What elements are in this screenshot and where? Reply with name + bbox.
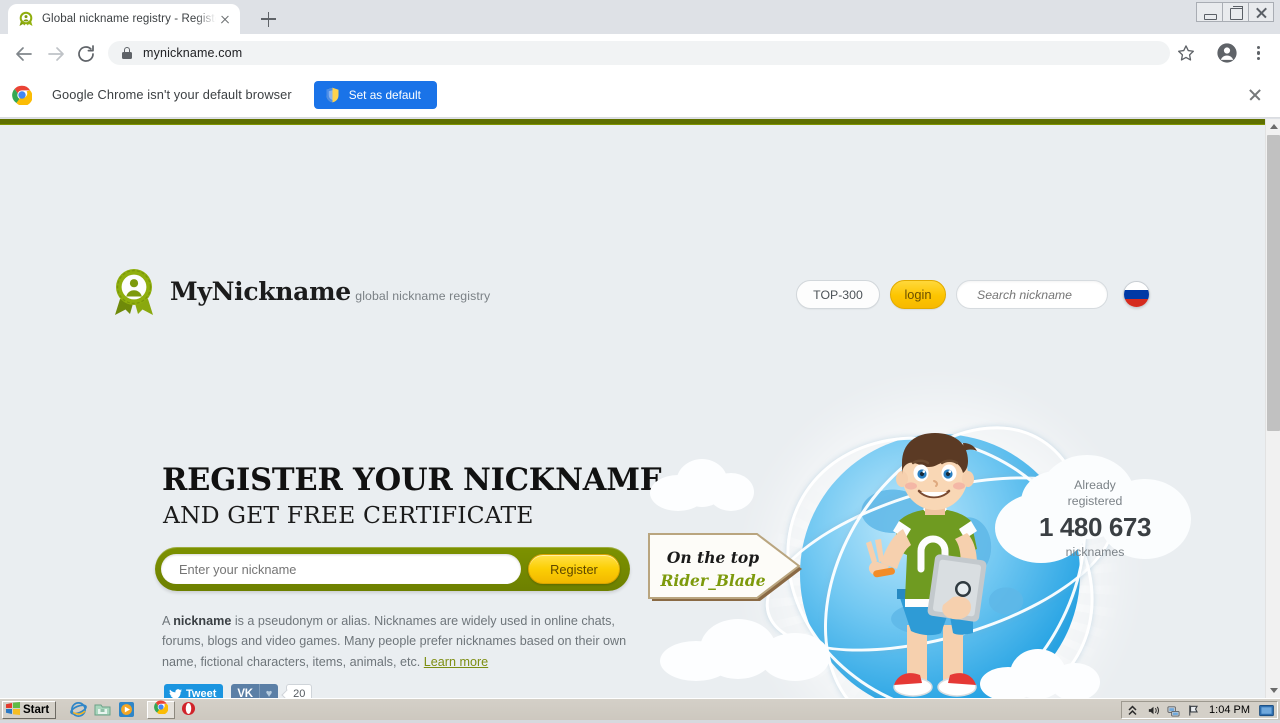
- maximize-icon[interactable]: [1222, 2, 1248, 22]
- profile-avatar-icon[interactable]: [1216, 42, 1238, 64]
- start-button[interactable]: Start: [2, 700, 57, 719]
- brand-tagline: global nickname registry: [355, 289, 491, 303]
- tab-title: Global nickname registry - Register y: [42, 13, 216, 25]
- lock-icon: [122, 47, 132, 59]
- site-top-accent-bar: [0, 119, 1280, 125]
- twitter-bird-icon: [169, 688, 182, 698]
- window-controls: [1196, 2, 1274, 22]
- infobar-close-icon[interactable]: [1247, 87, 1263, 103]
- browser-window: Global nickname registry - Register y my…: [0, 0, 1280, 698]
- new-tab-button[interactable]: [255, 7, 283, 31]
- register-button[interactable]: Register: [528, 554, 620, 584]
- page-scrollbar[interactable]: [1265, 119, 1280, 698]
- reload-icon[interactable]: [74, 42, 98, 66]
- sign-line-1: On the top: [666, 548, 760, 567]
- url-text: mynickname.com: [143, 46, 243, 60]
- vk-label: VK: [231, 684, 259, 698]
- on-the-top-sign: On the top Rider_Blade: [648, 529, 808, 609]
- vk-share-button[interactable]: VK ♥: [231, 684, 279, 698]
- desc-bold-word: nickname: [173, 614, 232, 628]
- taskbar-chrome-button[interactable]: [147, 700, 176, 719]
- network-icon[interactable]: [1167, 704, 1180, 717]
- system-tray: 1:04 PM: [1121, 701, 1278, 719]
- site-logo[interactable]: MyNickname global nickname registry: [112, 267, 490, 317]
- quick-launch-bar: [70, 701, 135, 718]
- scroll-down-button[interactable]: [1266, 683, 1280, 698]
- volume-icon[interactable]: [1147, 704, 1160, 717]
- browser-tab[interactable]: Global nickname registry - Register y: [8, 4, 240, 34]
- tweet-label: Tweet: [186, 688, 217, 698]
- sign-line-2: Rider_Blade: [660, 571, 766, 590]
- address-bar[interactable]: mynickname.com: [108, 41, 1170, 65]
- tab-close-icon[interactable]: [216, 10, 234, 28]
- bookmark-star-icon[interactable]: [1176, 43, 1196, 63]
- desc-body: is a pseudonym or alias. Nicknames are w…: [162, 614, 627, 669]
- taskbar-clock[interactable]: 1:04 PM: [1209, 704, 1250, 716]
- stats-line-1: Already: [1074, 478, 1116, 492]
- flag-icon[interactable]: [1187, 704, 1200, 717]
- desc-prefix: A: [162, 614, 174, 628]
- windows-taskbar: Start 1:04 PM: [0, 698, 1280, 720]
- nickname-register-form: Register: [155, 547, 630, 591]
- vk-like-button[interactable]: ♥: [258, 684, 279, 698]
- forward-arrow-icon[interactable]: [44, 42, 68, 66]
- minimize-icon[interactable]: [1196, 2, 1222, 22]
- hero-illustration: On the top Rider_Blade Already registere…: [640, 294, 1260, 698]
- set-as-default-button[interactable]: Set as default: [313, 80, 437, 109]
- registered-count-text: Already registered 1 480 673 nicknames: [995, 449, 1195, 559]
- taskbar-window-buttons: [147, 700, 198, 719]
- tweet-button[interactable]: Tweet: [164, 684, 224, 698]
- back-arrow-icon[interactable]: [12, 42, 36, 66]
- set-as-default-label: Set as default: [348, 87, 421, 102]
- brand-name: MyNickname: [170, 277, 351, 306]
- tab-strip: Global nickname registry - Register y: [0, 0, 1280, 34]
- infobar-message: Google Chrome isn't your default browser: [52, 87, 292, 102]
- chrome-logo-icon: [12, 85, 33, 106]
- media-player-icon[interactable]: [118, 701, 135, 718]
- stats-number: 1 480 673: [1038, 512, 1152, 542]
- chrome-window-icon: [154, 700, 169, 719]
- heart-icon: ♥: [265, 688, 273, 698]
- stats-unit: nicknames: [1065, 545, 1125, 559]
- close-window-icon[interactable]: [1248, 2, 1274, 22]
- show-hidden-chevron-icon[interactable]: [1127, 704, 1140, 717]
- page-title: REGISTER YOUR NICKNAME: [162, 462, 663, 498]
- browser-toolbar: mynickname.com: [0, 34, 1280, 72]
- cloud-decoration: [650, 459, 755, 511]
- sign-text: On the top Rider_Blade: [648, 529, 778, 609]
- page-subtitle: AND GET FREE CERTIFICATE: [163, 501, 534, 529]
- share-count-badge: 20: [286, 684, 313, 698]
- folder-icon[interactable]: [94, 701, 111, 718]
- default-browser-infobar: Google Chrome isn't your default browser…: [0, 72, 1280, 118]
- desktop-icon[interactable]: [1259, 704, 1274, 717]
- social-share-row: Tweet VK ♥ 20: [164, 684, 313, 698]
- learn-more-link[interactable]: Learn more: [424, 655, 488, 669]
- opera-icon[interactable]: [181, 701, 198, 718]
- windows-logo-icon: [6, 701, 20, 718]
- internet-explorer-icon[interactable]: [70, 701, 88, 718]
- registered-count-cloud: Already registered 1 480 673 nicknames: [995, 449, 1195, 569]
- brand-text: MyNickname global nickname registry: [170, 279, 490, 305]
- scrollbar-thumb[interactable]: [1267, 135, 1280, 431]
- shield-icon: [325, 87, 340, 103]
- page-viewport: MyNickname global nickname registry TOP-…: [0, 119, 1280, 698]
- stats-line-2: registered: [1067, 494, 1123, 508]
- cloud-decoration: [660, 619, 830, 681]
- start-label: Start: [23, 703, 50, 716]
- tab-favicon-badge-icon: [18, 11, 34, 27]
- badge-rosette-icon: [112, 267, 156, 317]
- nickname-input[interactable]: [161, 554, 521, 584]
- kebab-menu-icon[interactable]: [1250, 43, 1268, 63]
- nickname-description: A nickname is a pseudonym or alias. Nick…: [162, 611, 632, 672]
- scroll-up-button[interactable]: [1266, 119, 1280, 134]
